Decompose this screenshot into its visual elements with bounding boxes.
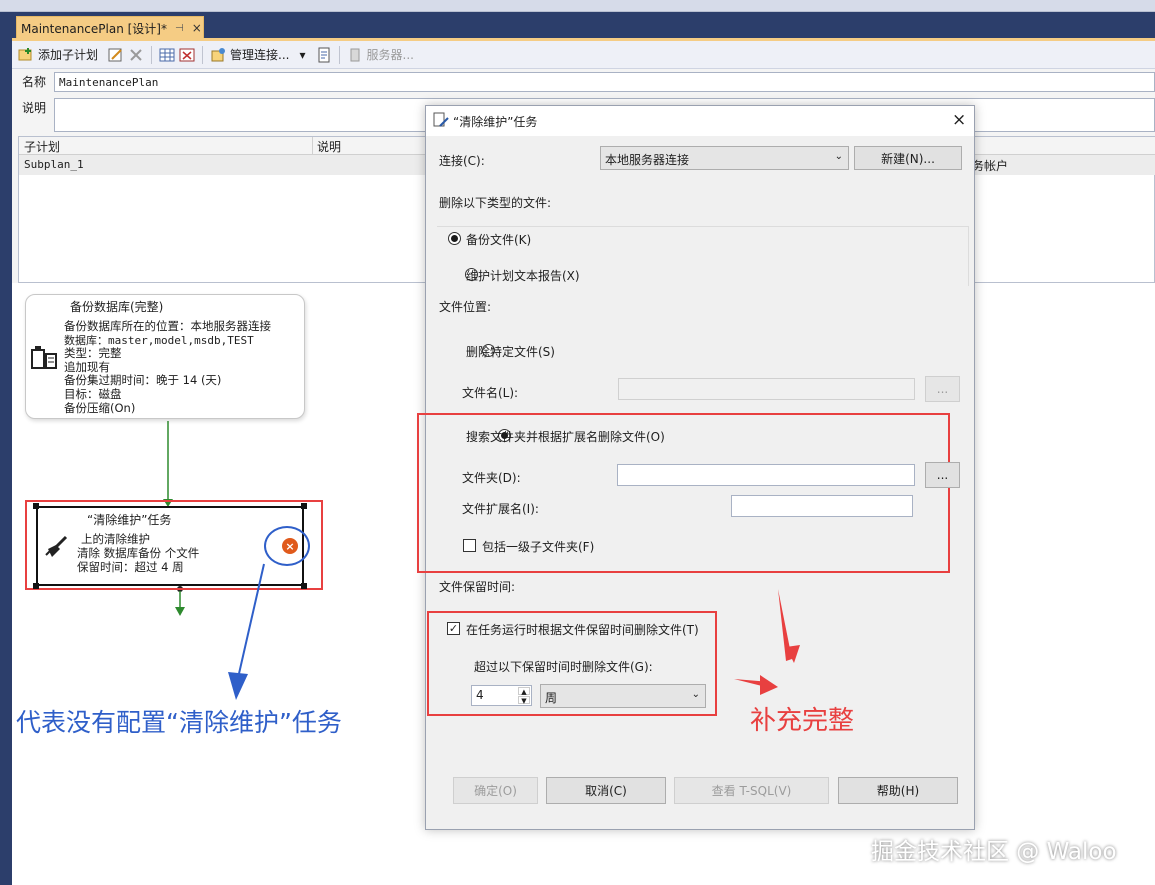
stepper-down-icon[interactable]: ▼ xyxy=(518,696,530,705)
filename-label: 文件名(L): xyxy=(462,386,519,400)
report-files-label[interactable]: 维护计划文本报告(X) xyxy=(466,267,580,284)
connection-label: 连接(C): xyxy=(439,154,485,168)
backup-task-line: 追加现有 xyxy=(64,359,110,374)
dialog-close-icon[interactable]: × xyxy=(952,110,966,130)
watermark: 掘金技术社区 @ Waloo xyxy=(871,839,1117,865)
filename-input[interactable] xyxy=(618,378,915,400)
add-subplan-icon[interactable] xyxy=(18,47,34,63)
help-button[interactable]: 帮助(H) xyxy=(838,777,958,804)
servers-icon[interactable] xyxy=(347,47,363,63)
dialog-task-icon xyxy=(433,112,449,131)
plan-name-input[interactable]: MaintenancePlan xyxy=(54,72,1155,92)
folder-browse-button[interactable]: ... xyxy=(925,462,960,488)
backup-task-line: 数据库：master,model,msdb,TEST xyxy=(64,333,254,347)
cleanup-task-details: 上的清除维护 清除 数据库备份 个文件 保留时间：超过 4 周 xyxy=(77,532,199,574)
annotation-text-left: 代表没有配置“清除维护”任务 xyxy=(16,708,342,737)
toolbar-separator xyxy=(151,45,153,64)
extension-input[interactable] xyxy=(731,495,913,517)
pin-icon[interactable]: ⊣ xyxy=(175,23,184,34)
backup-task-title: 备份数据库(完整) xyxy=(70,300,164,314)
folder-input[interactable] xyxy=(617,464,915,486)
include-subfolders-label[interactable]: 包括一级子文件夹(F) xyxy=(482,538,594,555)
backup-task-line: 备份压缩(On) xyxy=(64,400,136,415)
annotation-arrows-red xyxy=(734,589,800,695)
file-location-label: 文件位置: xyxy=(439,300,492,314)
backup-task-icon xyxy=(30,342,60,375)
ide-top-strip xyxy=(0,0,1155,12)
new-connection-button[interactable]: 新建(N)... xyxy=(854,146,962,170)
older-than-label: 超过以下保留时间时删除文件(G): xyxy=(474,660,653,674)
description-label: 说明 xyxy=(22,101,47,115)
report-icon[interactable] xyxy=(316,47,332,63)
extension-label: 文件扩展名(I): xyxy=(462,502,539,516)
annotation-arrow-blue xyxy=(228,563,265,700)
backup-files-radio[interactable] xyxy=(448,232,461,245)
broom-icon xyxy=(44,535,70,562)
dropdown-arrow-icon[interactable]: ▾ xyxy=(299,48,305,62)
backup-task-line: 备份数据库所在的位置：本地服务器连接 xyxy=(64,319,271,333)
name-label: 名称 xyxy=(22,75,47,89)
delete-icon[interactable] xyxy=(128,47,144,63)
backup-files-label[interactable]: 备份文件(K) xyxy=(466,231,531,248)
subplan-column-header[interactable]: 子计划 xyxy=(24,138,60,155)
toolbar-separator xyxy=(202,45,204,64)
delete-by-age-checkbox[interactable]: ✓ xyxy=(447,622,460,635)
age-unit-value: 周 xyxy=(545,691,558,705)
toolbar-separator xyxy=(338,45,340,64)
dialog-title: “清除维护”任务 xyxy=(453,115,538,129)
manage-connections-button[interactable]: 管理连接... xyxy=(230,46,289,63)
backup-task-line: 类型：完整 xyxy=(64,346,122,361)
cancel-button[interactable]: 取消(C) xyxy=(546,777,666,804)
cleanup-task-line: 保留时间：超过 4 周 xyxy=(77,560,184,574)
add-subplan-button[interactable]: 添加子计划 xyxy=(38,46,98,63)
cleanup-task-line: 上的清除维护 xyxy=(81,532,150,546)
close-icon[interactable]: × xyxy=(192,21,202,35)
selection-handle[interactable] xyxy=(33,503,39,509)
chevron-down-icon: ⌄ xyxy=(691,689,700,700)
service-account-cell: 务帐户 xyxy=(972,159,1009,173)
schedule-icon[interactable] xyxy=(179,47,195,63)
document-tab[interactable]: MaintenancePlan [设计]* ⊣ × xyxy=(16,16,204,40)
connection-select[interactable]: 本地服务器连接 ⌄ xyxy=(600,146,849,170)
connection-select-value: 本地服务器连接 xyxy=(605,153,690,167)
ok-button[interactable]: 确定(O) xyxy=(453,777,538,804)
age-value: 4 xyxy=(476,688,484,702)
retention-label: 文件保留时间: xyxy=(439,580,516,594)
annotation-text-right: 补充完整 xyxy=(750,706,855,736)
chevron-down-icon: ⌄ xyxy=(834,151,843,162)
description-column-header[interactable]: 说明 xyxy=(317,138,341,155)
include-subfolders-checkbox[interactable] xyxy=(463,539,476,552)
stepper-up-icon[interactable]: ▲ xyxy=(518,687,530,696)
selection-handle[interactable] xyxy=(301,503,307,509)
search-folder-label[interactable]: 搜索文件夹并根据扩展名删除文件(O) xyxy=(466,428,665,445)
selection-handle[interactable] xyxy=(33,583,39,589)
filename-browse-button[interactable]: ... xyxy=(925,376,960,402)
delete-by-age-label[interactable]: 在任务运行时根据文件保留时间删除文件(T) xyxy=(466,621,699,638)
ide-left-bar xyxy=(0,12,12,885)
backup-task-line: 备份集过期时间：晚于 14 (天) xyxy=(64,373,222,388)
cleanup-task-line: 清除 数据库备份 个文件 xyxy=(77,546,200,560)
cleanup-task-title: “清除维护”任务 xyxy=(87,513,172,527)
delete-types-label: 删除以下类型的文件: xyxy=(439,196,552,210)
document-tab-title: MaintenancePlan [设计]* xyxy=(21,21,167,36)
age-number-stepper[interactable]: 4 ▲ ▼ xyxy=(471,685,532,706)
designer-toolbar: 添加子计划 管理连接... ▾ 服务器... xyxy=(12,41,1155,69)
view-tsql-button[interactable]: 查看 T-SQL(V) xyxy=(674,777,829,804)
column-divider xyxy=(312,137,313,155)
subplan-name-cell: Subplan_1 xyxy=(24,158,84,171)
delete-specific-label[interactable]: 删除特定文件(S) xyxy=(466,343,555,360)
age-unit-select[interactable]: 周 ⌄ xyxy=(540,684,706,708)
edit-icon[interactable] xyxy=(108,47,124,63)
servers-button[interactable]: 服务器... xyxy=(367,46,414,63)
folder-label: 文件夹(D): xyxy=(462,471,521,485)
grid-icon[interactable] xyxy=(159,47,175,63)
backup-task-line: 目标：磁盘 xyxy=(64,386,122,401)
backup-task-details: 备份数据库所在的位置：本地服务器连接 数据库：master,model,msdb… xyxy=(64,319,271,415)
selection-handle[interactable] xyxy=(301,583,307,589)
manage-connections-icon[interactable] xyxy=(210,47,226,63)
